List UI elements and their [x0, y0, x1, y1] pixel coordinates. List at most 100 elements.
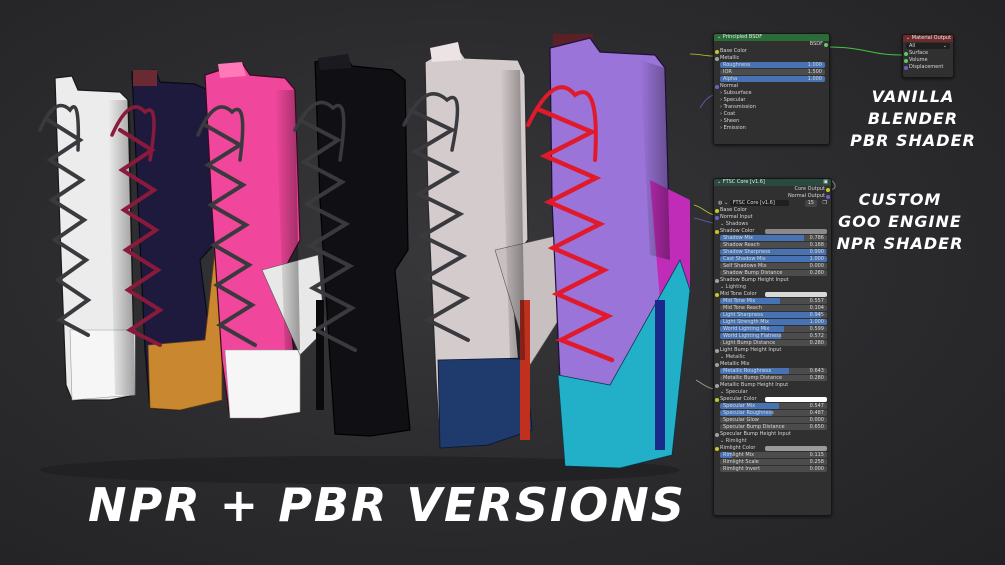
- boot-grey-navy: [424, 42, 566, 449]
- principled-bsdf-node[interactable]: ⌄ Principled BSDF BSDF Base Color Metall…: [713, 33, 830, 145]
- row-label: Shadow Bump Height Input: [720, 277, 789, 283]
- panel-subsurface[interactable]: › Subsurface: [714, 90, 829, 97]
- slider-world-lighting-mix[interactable]: World Lighting Mix 0.599: [720, 326, 827, 332]
- principled-title: Principled BSDF: [722, 34, 763, 40]
- input-socket[interactable]: [715, 215, 719, 220]
- material-output-node[interactable]: ⌄ Material Output All ⌄ Surface Volume D…: [902, 34, 954, 78]
- row-label: Base Color: [720, 207, 747, 213]
- input-socket[interactable]: [715, 383, 719, 388]
- input-socket[interactable]: [715, 292, 719, 297]
- slider-value: 0.258: [809, 459, 824, 465]
- ftsc-header[interactable]: ⌄ FTSC Core [v1.6] ▣: [714, 179, 831, 186]
- color-shadow-color: Shadow Color: [714, 228, 831, 235]
- slider-value: 1.000: [807, 62, 822, 68]
- slider-metallic-bump-distance[interactable]: Metallic Bump Distance 0.280: [720, 375, 827, 381]
- group-name[interactable]: FTSC Core [v1.6]: [729, 200, 789, 206]
- input-socket[interactable]: [715, 446, 719, 451]
- slider-light-strength-mix[interactable]: Light Strength Mix 1.000: [720, 319, 827, 325]
- normal-output-socket[interactable]: [826, 194, 830, 199]
- slider-value: 0.990: [809, 249, 824, 255]
- section-shadows[interactable]: ⌄ Shadows: [714, 221, 831, 228]
- slider-alpha[interactable]: Alpha 1.000: [720, 76, 825, 82]
- users-count[interactable]: 15: [804, 200, 817, 207]
- slider-rimlight-scale[interactable]: Rimlight Scale 0.258: [720, 459, 827, 465]
- panel-sheen[interactable]: › Sheen: [714, 118, 829, 125]
- color-swatch[interactable]: [765, 292, 827, 297]
- slider-label: Specular Glow: [723, 417, 759, 423]
- slider-specular-bump-distance[interactable]: Specular Bump Distance 0.650: [720, 424, 827, 430]
- slider-specular-glow[interactable]: Specular Glow 0.000: [720, 417, 827, 423]
- slider-roughness[interactable]: Roughness 1.000: [720, 62, 825, 68]
- slider-specular-roughness[interactable]: Specular Roughness 0.487: [720, 410, 827, 416]
- input-socket[interactable]: [715, 208, 719, 213]
- slider-shadow-sharpness[interactable]: Shadow Sharpness 0.990: [720, 249, 827, 255]
- normal-row: Normal: [714, 83, 829, 90]
- displacement-input-row: Displacement: [903, 64, 953, 71]
- socket-light-bump-height-input: Light Bump Height Input: [714, 347, 831, 354]
- slider-label: Rimlight Invert: [723, 466, 761, 472]
- metallic-row: Metallic: [714, 55, 829, 62]
- panel-coat[interactable]: › Coat: [714, 111, 829, 118]
- section-specular[interactable]: ⌄ Specular: [714, 389, 831, 396]
- color-swatch[interactable]: [765, 229, 827, 234]
- bsdf-output-socket[interactable]: [824, 42, 828, 47]
- volume-socket[interactable]: [904, 58, 908, 63]
- slider-mid-tone-mix[interactable]: Mid Tone Mix 0.557: [720, 298, 827, 304]
- ftsc-core-node[interactable]: ⌄ FTSC Core [v1.6] ▣ Core Output Normal …: [713, 178, 832, 516]
- slider-metallic-roughness[interactable]: Metallic Roughness 0.643: [720, 368, 827, 374]
- row-label: Metallic Bump Height Input: [720, 382, 789, 388]
- panel-specular[interactable]: › Specular: [714, 97, 829, 104]
- slider-ior[interactable]: IOR 1.500: [720, 69, 825, 75]
- socket-base-color: Base Color: [714, 207, 831, 214]
- panel-transmission[interactable]: › Transmission: [714, 104, 829, 111]
- node-group-selector[interactable]: ◍ ⌄ FTSC Core [v1.6] 15 ❐: [714, 200, 831, 207]
- slider-mid-tone-reach[interactable]: Mid Tone Reach 0.104: [720, 305, 827, 311]
- input-socket[interactable]: [715, 229, 719, 234]
- displacement-socket[interactable]: [904, 65, 908, 70]
- slider-label: Specular Bump Distance: [723, 424, 785, 430]
- material-output-header[interactable]: ⌄ Material Output: [903, 35, 953, 42]
- slider-light-sharpness[interactable]: Light Sharpness 0.945: [720, 312, 827, 318]
- section-metallic[interactable]: ⌄ Metallic: [714, 354, 831, 361]
- row-label: Rimlight Color: [720, 445, 756, 451]
- slider-shadow-mix[interactable]: Shadow Mix 0.786: [720, 235, 827, 241]
- panel-emission[interactable]: › Emission: [714, 125, 829, 132]
- input-socket[interactable]: [715, 432, 719, 437]
- base-color-label: Base Color: [720, 48, 747, 54]
- slider-self-shadows-mix[interactable]: Self Shadows Mix 0.000: [720, 263, 827, 269]
- section-lighting[interactable]: ⌄ Lighting: [714, 284, 831, 291]
- row-label: Mid Tone Color: [720, 291, 757, 297]
- copy-icon[interactable]: ❐: [823, 200, 827, 207]
- slider-label: Light Strength Mix: [723, 319, 769, 325]
- slider-light-bump-distance[interactable]: Light Bump Distance 0.280: [720, 340, 827, 346]
- slider-rimlight-mix[interactable]: Rimlight Mix 0.115: [720, 452, 827, 458]
- input-socket[interactable]: [715, 397, 719, 402]
- base-color-socket[interactable]: [715, 49, 719, 54]
- slider-world-lighting-flatness[interactable]: World Lighting Flatness 0.572: [720, 333, 827, 339]
- slider-value: 0.643: [809, 368, 824, 374]
- input-socket[interactable]: [715, 278, 719, 283]
- slider-rimlight-invert[interactable]: Rimlight Invert 0.000: [720, 466, 827, 472]
- color-swatch[interactable]: [765, 397, 827, 402]
- socket-normal-input: Normal Input: [714, 214, 831, 221]
- principled-bsdf-header[interactable]: ⌄ Principled BSDF: [714, 34, 829, 41]
- metallic-socket[interactable]: [715, 56, 719, 61]
- slider-shadow-reach[interactable]: Shadow Reach 0.168: [720, 242, 827, 248]
- core-output-socket[interactable]: [826, 187, 830, 192]
- color-swatch[interactable]: [765, 446, 827, 451]
- surface-label: Surface: [909, 50, 929, 56]
- slider-specular-mix[interactable]: Specular Mix 0.547: [720, 403, 827, 409]
- target-select[interactable]: All ⌄: [906, 43, 950, 49]
- surface-socket[interactable]: [904, 51, 908, 56]
- row-label: Metallic: [725, 354, 746, 360]
- slider-label: World Lighting Flatness: [723, 333, 782, 339]
- normal-socket[interactable]: [715, 84, 719, 89]
- slider-value: 0.104: [809, 305, 824, 311]
- input-socket[interactable]: [715, 362, 719, 367]
- slider-shadow-bump-distance[interactable]: Shadow Bump Distance 0.280: [720, 270, 827, 276]
- slider-label: Shadow Mix: [723, 235, 753, 241]
- section-rimlight[interactable]: ⌄ Rimlight: [714, 438, 831, 445]
- input-socket[interactable]: [715, 348, 719, 353]
- node-group-icon[interactable]: ▣: [823, 179, 828, 186]
- slider-cast-shadow-mix[interactable]: Cast Shadow Mix 1.000: [720, 256, 827, 262]
